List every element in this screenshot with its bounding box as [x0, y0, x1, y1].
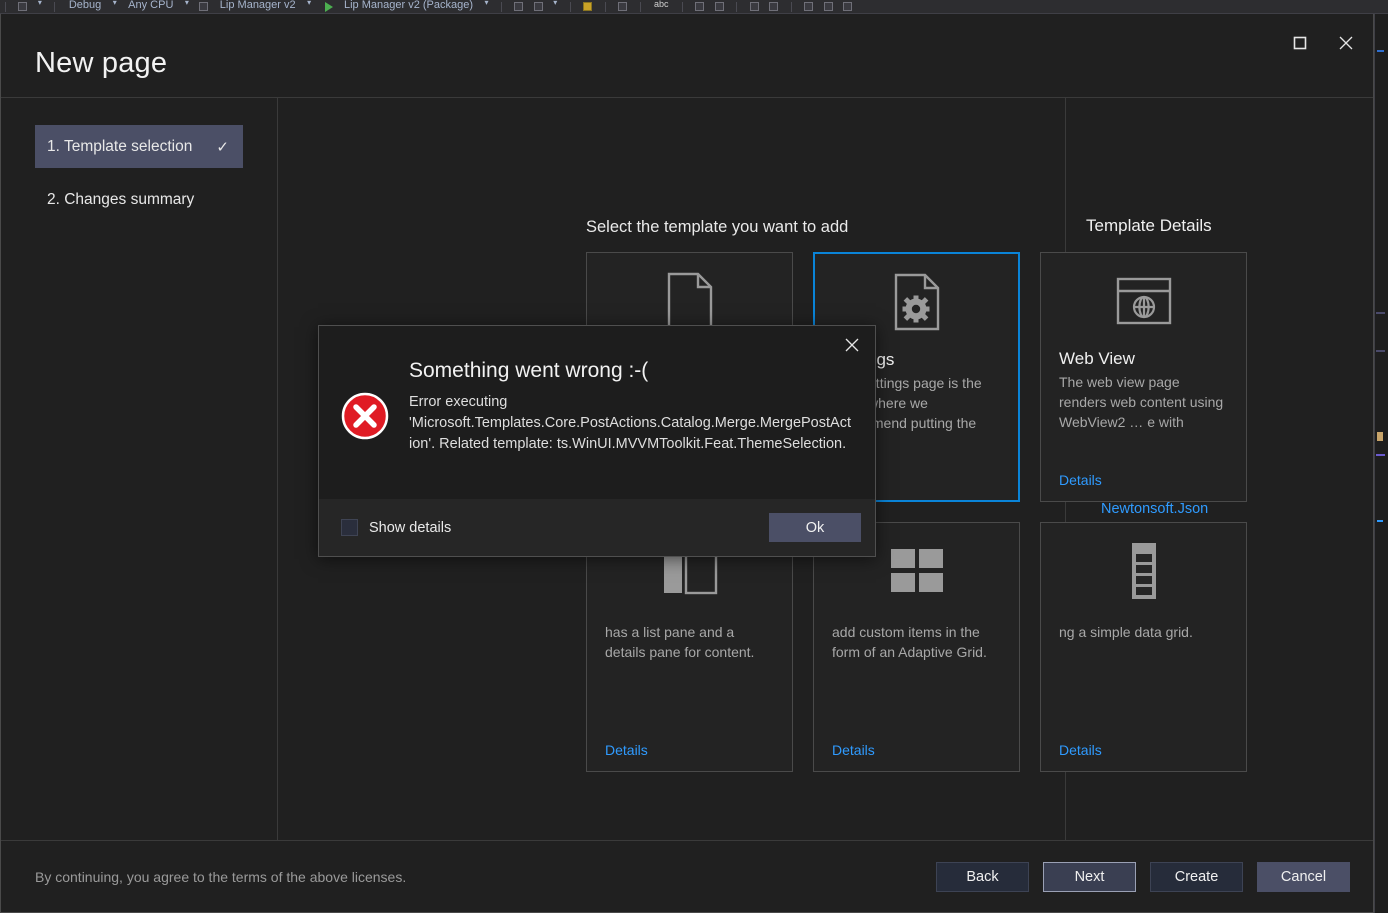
- section-heading: Select the template you want to add: [586, 218, 849, 236]
- show-details-checkbox[interactable]: Show details: [341, 519, 769, 536]
- error-dialog-footer: Show details Ok: [319, 499, 875, 556]
- step-label: 2. Changes summary: [47, 190, 195, 208]
- sidebar-item-template-selection[interactable]: 1. Template selection ✓: [35, 125, 243, 168]
- card-details-link[interactable]: Details: [1059, 472, 1102, 488]
- next-button[interactable]: Next: [1043, 861, 1136, 892]
- card-description: The web view page renders web content us…: [1059, 374, 1224, 430]
- web-view-icon: [1059, 253, 1228, 349]
- card-details-link[interactable]: Details: [1059, 742, 1102, 758]
- template-card-list-detail[interactable]: has a list pane and a details pane for c…: [586, 522, 793, 772]
- chevron-down-icon[interactable]: ▾: [550, 0, 560, 7]
- spellcheck-icon[interactable]: abc: [650, 0, 673, 9]
- card-title: Web View: [1059, 349, 1135, 368]
- template-card-data-grid[interactable]: ng a simple data grid. Details: [1040, 522, 1247, 772]
- wizard-titlebar: New page: [1, 14, 1373, 97]
- maximize-icon[interactable]: [1277, 24, 1323, 62]
- config-dropdown-debug[interactable]: Debug: [65, 0, 105, 12]
- toolbar-separator: [500, 2, 502, 12]
- run-icon[interactable]: [324, 2, 333, 12]
- steps-pane: 1. Template selection ✓ 2. Changes summa…: [1, 98, 278, 840]
- page-title: New page: [35, 47, 168, 79]
- create-button[interactable]: Create: [1150, 861, 1243, 892]
- window-caption-buttons: [1277, 24, 1369, 62]
- toolbar-icon-button[interactable]: [514, 2, 524, 11]
- check-icon: ✓: [216, 138, 229, 156]
- toolbar-separator: [639, 2, 641, 12]
- toolbar-separator: [604, 2, 606, 12]
- close-icon[interactable]: [1323, 24, 1369, 62]
- step-label: 1. Template selection: [47, 137, 193, 155]
- toolbar-icon-button[interactable]: [823, 2, 833, 11]
- toolbar-separator: [790, 2, 792, 12]
- card-description: has a list pane and a details pane for c…: [605, 624, 755, 660]
- toolbar-separator: [5, 2, 6, 12]
- chevron-down-icon[interactable]: ▾: [304, 0, 314, 7]
- error-dialog-message: Error executing 'Microsoft.Templates.Cor…: [409, 394, 851, 452]
- template-card-web-view[interactable]: Web View The web view page renders web c…: [1040, 252, 1247, 502]
- chevron-down-icon[interactable]: ▾: [35, 0, 45, 7]
- toolbar-icon-button[interactable]: [749, 2, 759, 11]
- template-details-title: Template Details: [1086, 216, 1212, 235]
- folder-icon[interactable]: [583, 2, 593, 11]
- toolbar-separator: [54, 2, 56, 12]
- cancel-button[interactable]: Cancel: [1257, 861, 1350, 892]
- card-details-link[interactable]: Details: [605, 742, 648, 758]
- back-button[interactable]: Back: [936, 861, 1029, 892]
- startup-project-icon: [199, 2, 209, 11]
- toolbar-separator: [736, 2, 738, 12]
- checkbox-box[interactable]: [341, 519, 358, 536]
- chevron-down-icon[interactable]: ▾: [110, 0, 120, 7]
- chevron-down-icon[interactable]: ▾: [182, 0, 192, 7]
- close-icon[interactable]: [831, 328, 873, 362]
- error-dialog: Something went wrong :-( Error executing…: [318, 325, 876, 557]
- error-dialog-title: Something went wrong :-(: [409, 359, 649, 382]
- error-dialog-texts: Something went wrong :-( Error executing…: [389, 359, 853, 499]
- error-circle-x-icon: [341, 359, 389, 499]
- sidebar-item-changes-summary[interactable]: 2. Changes summary: [35, 178, 243, 221]
- toolbar-icon-button[interactable]: [618, 2, 628, 11]
- chevron-down-icon[interactable]: ▾: [481, 0, 491, 7]
- toolbar-icon-button[interactable]: [533, 2, 543, 11]
- toolbar-separator: [569, 2, 571, 12]
- startup-project-dropdown[interactable]: Lip Manager v2: [216, 0, 300, 12]
- toolbar-icon-button[interactable]: [769, 2, 779, 11]
- visual-studio-toolbar: ▾ Debug ▾ Any CPU ▾ Lip Manager v2 ▾ Lip…: [0, 0, 1388, 14]
- toolbar-icon-button[interactable]: [843, 2, 853, 11]
- toolbar-icon-button[interactable]: [18, 2, 28, 11]
- toolbar-separator: [682, 2, 683, 12]
- toolbar-icon-button[interactable]: [695, 2, 705, 11]
- toolbar-icon-button[interactable]: [804, 2, 814, 11]
- toolbar-icon-button[interactable]: [714, 2, 724, 11]
- card-description: ng a simple data grid.: [1059, 624, 1193, 640]
- ok-button[interactable]: Ok: [769, 513, 861, 542]
- run-target-dropdown[interactable]: Lip Manager v2 (Package): [340, 0, 477, 12]
- platform-dropdown-anycpu[interactable]: Any CPU: [124, 0, 177, 12]
- editor-sliver: [1374, 14, 1388, 913]
- card-description: add custom items in the form of an Adapt…: [832, 624, 987, 660]
- license-agreement-note: By continuing, you agree to the terms of…: [35, 868, 407, 885]
- error-dialog-content: Something went wrong :-( Error executing…: [319, 326, 875, 499]
- show-details-label: Show details: [369, 519, 452, 536]
- data-grid-icon: [1059, 523, 1228, 619]
- wizard-footer: By continuing, you agree to the terms of…: [1, 840, 1373, 912]
- card-details-link[interactable]: Details: [832, 742, 875, 758]
- template-card-content-grid[interactable]: add custom items in the form of an Adapt…: [813, 522, 1020, 772]
